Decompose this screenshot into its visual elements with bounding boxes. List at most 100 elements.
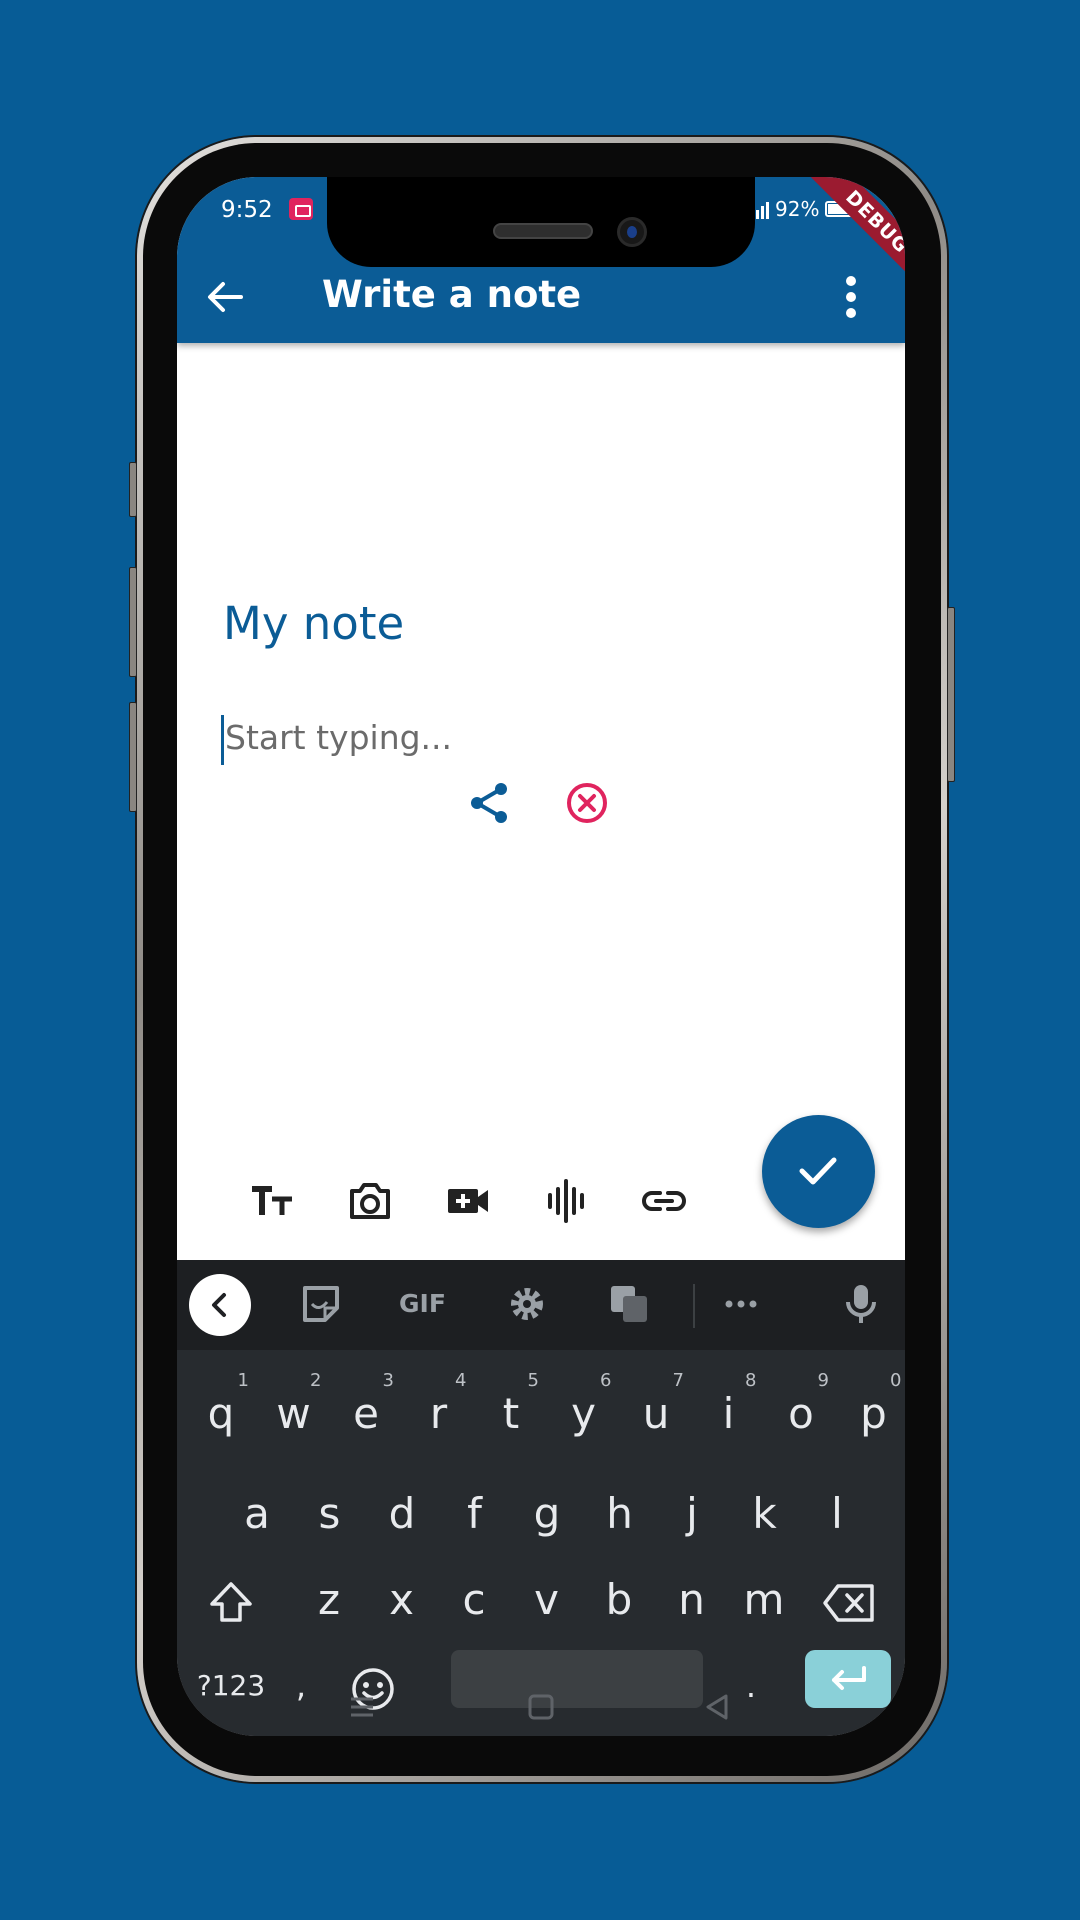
shift-key[interactable] xyxy=(195,1550,267,1650)
recents-icon[interactable] xyxy=(347,1692,377,1722)
home-icon[interactable] xyxy=(526,1692,556,1722)
key-hint-number: 6 xyxy=(600,1370,612,1391)
key-p[interactable]: p0 xyxy=(838,1364,906,1464)
speaker-grille xyxy=(493,223,593,239)
chevron-left-icon xyxy=(212,1293,226,1317)
note-title-field[interactable]: My note xyxy=(223,597,404,650)
key-f[interactable]: f xyxy=(439,1464,511,1564)
key-g[interactable]: g xyxy=(511,1464,583,1564)
key-q[interactable]: q1 xyxy=(185,1364,257,1464)
key-b[interactable]: b xyxy=(583,1550,655,1650)
check-icon xyxy=(799,1157,837,1185)
key-label: r xyxy=(429,1389,448,1438)
key-label: q xyxy=(207,1389,235,1438)
key-label: w xyxy=(276,1389,311,1438)
key-hint-number: 4 xyxy=(455,1370,467,1391)
key-o[interactable]: o9 xyxy=(765,1364,837,1464)
arrow-left-icon xyxy=(208,282,243,312)
key-h[interactable]: h xyxy=(584,1464,656,1564)
text-format-button[interactable] xyxy=(248,1177,296,1225)
key-hint-number: 9 xyxy=(817,1370,829,1391)
sticker-icon xyxy=(303,1286,339,1322)
shift-icon xyxy=(210,1581,252,1622)
key-z[interactable]: z xyxy=(293,1550,365,1650)
front-camera xyxy=(617,217,647,247)
camera-icon xyxy=(350,1183,390,1219)
suggestion-divider xyxy=(693,1284,695,1328)
key-j[interactable]: j xyxy=(656,1464,728,1564)
key-hint-number: 0 xyxy=(890,1370,902,1391)
key-e[interactable]: e3 xyxy=(330,1364,402,1464)
key-k[interactable]: k xyxy=(729,1464,801,1564)
page-title: Write a note xyxy=(322,273,582,316)
key-u[interactable]: u7 xyxy=(620,1364,692,1464)
key-hint-number: 7 xyxy=(672,1370,684,1391)
link-icon xyxy=(642,1191,686,1211)
volume-up-button xyxy=(129,462,137,517)
soft-keyboard: GIF q 1 w 2 e 3 r 4 t 5 y 6 u 7 i 8 o 9 … xyxy=(177,1260,905,1736)
translate-icon xyxy=(611,1286,647,1322)
key-v[interactable]: v xyxy=(511,1550,583,1650)
status-time: 9:52 xyxy=(221,197,273,223)
key-y[interactable]: y6 xyxy=(548,1364,620,1464)
phone-frame: 9:52 92% DEBUG Write a note My note Star… xyxy=(129,137,955,1782)
clear-button[interactable] xyxy=(565,781,609,825)
key-n[interactable]: n xyxy=(656,1550,728,1650)
battery-percent: 92% xyxy=(775,197,820,221)
key-d[interactable]: d xyxy=(366,1464,438,1564)
text-size-icon xyxy=(252,1186,292,1215)
camera-notch xyxy=(327,177,755,267)
add-audio-button[interactable] xyxy=(542,1177,590,1225)
app-bar: 9:52 92% DEBUG Write a note xyxy=(177,177,905,343)
voice-input-button[interactable] xyxy=(839,1282,883,1326)
backspace-icon xyxy=(823,1583,874,1622)
keyboard-collapse-button[interactable] xyxy=(189,1274,251,1336)
system-nav-bar xyxy=(177,1682,905,1736)
key-label: y xyxy=(571,1389,596,1438)
key-label: o xyxy=(788,1389,814,1438)
key-c[interactable]: c xyxy=(438,1550,510,1650)
translate-button[interactable] xyxy=(607,1282,651,1326)
key-t[interactable]: t5 xyxy=(475,1364,547,1464)
keyboard-settings-button[interactable] xyxy=(505,1282,549,1326)
key-hint-number: 3 xyxy=(382,1370,394,1391)
key-hint-number: 2 xyxy=(310,1370,322,1391)
back-button[interactable] xyxy=(205,277,245,317)
volume-button-2 xyxy=(129,702,137,812)
back-triangle-icon[interactable] xyxy=(702,1692,732,1722)
add-video-button[interactable] xyxy=(444,1177,492,1225)
more-options-button[interactable] xyxy=(841,273,861,321)
key-a[interactable]: a xyxy=(221,1464,293,1564)
key-w[interactable]: w2 xyxy=(258,1364,330,1464)
gif-button[interactable]: GIF xyxy=(399,1282,455,1326)
power-button xyxy=(947,607,955,782)
key-s[interactable]: s xyxy=(294,1464,366,1564)
text-cursor xyxy=(221,715,224,765)
note-body-field[interactable]: Start typing... xyxy=(225,718,452,757)
backspace-key[interactable] xyxy=(813,1550,885,1650)
screen-record-icon xyxy=(289,198,313,220)
cancel-icon xyxy=(567,783,607,823)
key-i[interactable]: i8 xyxy=(693,1364,765,1464)
key-label: t xyxy=(502,1389,520,1438)
video-add-icon xyxy=(448,1189,488,1213)
more-button[interactable] xyxy=(719,1282,763,1326)
add-link-button[interactable] xyxy=(640,1177,688,1225)
gif-label: GIF xyxy=(399,1289,446,1318)
screen: 9:52 92% DEBUG Write a note My note Star… xyxy=(177,177,905,1736)
key-label: p xyxy=(860,1389,887,1438)
save-note-button[interactable] xyxy=(762,1115,875,1228)
key-label: e xyxy=(353,1389,379,1438)
key-hint-number: 1 xyxy=(237,1370,249,1391)
add-photo-button[interactable] xyxy=(346,1177,394,1225)
key-hint-number: 5 xyxy=(527,1370,539,1391)
key-x[interactable]: x xyxy=(366,1550,438,1650)
share-button[interactable] xyxy=(467,781,511,825)
sticker-button[interactable] xyxy=(299,1282,343,1326)
key-r[interactable]: r4 xyxy=(403,1364,475,1464)
key-hint-number: 8 xyxy=(745,1370,757,1391)
more-icon xyxy=(725,1300,757,1308)
key-m[interactable]: m xyxy=(728,1550,800,1650)
key-label: i xyxy=(722,1389,735,1438)
key-l[interactable]: l xyxy=(801,1464,873,1564)
